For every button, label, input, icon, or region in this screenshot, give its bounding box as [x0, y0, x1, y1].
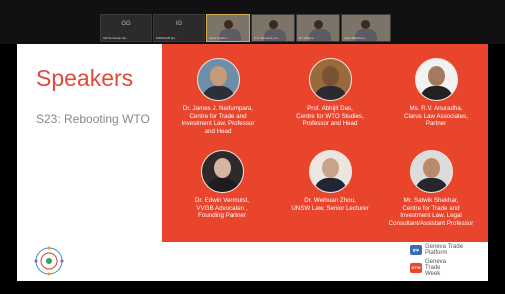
speaker-affiliation: and Head [204, 127, 232, 135]
participant-name: Jame Nedum... [209, 36, 230, 40]
participant-head [313, 20, 323, 29]
speaker-affiliation: Clarus Law Associates, [404, 112, 468, 120]
speaker-photo [414, 58, 458, 101]
participant-initials: IG [175, 21, 183, 27]
participant-name: Dr. Waiyee... [299, 36, 317, 40]
speaker-photo [308, 150, 352, 193]
speaker-affiliation: Investment Law, Professor [181, 120, 255, 128]
participant-head [223, 20, 233, 29]
speaker-card: Prof. Abhijit Das, Centre for WTO Studie… [280, 58, 380, 128]
speaker-card: Ms. R.V. Anuradha, Clarus Law Associates… [386, 58, 486, 128]
speaker-affiliation: VVGB Advocaten , [196, 204, 248, 212]
shared-slide: Speakers S23: Rebooting WTO Dr. James J.… [17, 44, 488, 281]
speaker-affiliation: Founding Partner [198, 212, 246, 220]
speaker-card: Dr. Edwin Vermulst, VVGB Advocaten , Fou… [172, 150, 272, 220]
speaker-card: Mr. Satwik Shekhar, Centre for Trade and… [374, 150, 488, 227]
participant-video-tile[interactable]: Jame Nedum... [206, 14, 250, 42]
participant-video-tile[interactable]: K.K. Desouza pro... [251, 14, 295, 42]
university-emblem-icon [34, 246, 64, 276]
participant-head [361, 20, 371, 29]
speaker-affiliation: Consultant/Assistant Professor [388, 219, 474, 227]
participant-initials: GG [121, 21, 131, 27]
gtw-text: Week [425, 271, 441, 277]
participant-tile[interactable]: GG Gill Nurstamp Sa... [100, 14, 152, 42]
speaker-affiliation: Centre for Trade and [189, 112, 247, 120]
speaker-affiliation: Partner [425, 120, 447, 128]
speaker-affiliation: Investment Law, Legal [400, 212, 462, 220]
speaker-name: Dr. Edwin Vermulst, [195, 197, 249, 204]
slide-subtitle: S23: Rebooting WTO [36, 112, 150, 126]
participant-head [268, 20, 278, 29]
speaker-name: Dr. Weihuan Zhou, [304, 197, 356, 204]
gtp-text: Platform [425, 250, 448, 256]
speaker-affiliation: Centre for Trade and [402, 204, 460, 212]
speaker-photo [409, 150, 453, 193]
gtw-logo: GTW Geneva Trade Week [410, 259, 463, 277]
speaker-card: Dr. Weihuan Zhou, UNSW Law, Senior Lectu… [280, 150, 380, 212]
speaker-photo [196, 58, 240, 101]
speaker-affiliation: UNSW Law, Senior Lecturer [291, 204, 369, 212]
participant-name: Anita Bathinam... [344, 36, 367, 40]
gtp-badge: gtp [410, 245, 422, 255]
speaker-name: Mr. Satwik Shekhar, [403, 197, 459, 204]
participant-name: IAMOHAR Qu... [156, 36, 178, 40]
speakers-panel: Dr. James J. Nedumpara, Centre for Trade… [162, 44, 488, 242]
participant-name: K.K. Desouza pro... [254, 36, 281, 40]
gtw-badge: GTW [410, 263, 422, 273]
participant-name: Gill Nurstamp Sa... [103, 36, 129, 40]
speaker-name: Prof. Abhijit Das, [307, 105, 353, 112]
participant-strip: GG Gill Nurstamp Sa... IG IAMOHAR Qu... … [0, 0, 505, 44]
slide-title: Speakers [36, 65, 134, 91]
speaker-name: Ms. R.V. Anuradha, [409, 105, 463, 112]
gtp-logo: gtp Geneva Trade Platform [410, 244, 463, 256]
participant-tile[interactable]: IG IAMOHAR Qu... [153, 14, 205, 42]
speaker-name: Dr. James J. Nedumpara, [182, 105, 254, 112]
participant-video-tile[interactable]: Anita Bathinam... [341, 14, 391, 42]
speaker-photo [308, 58, 352, 101]
organizer-logos: gtp Geneva Trade Platform GTW Geneva Tra… [410, 244, 463, 280]
speaker-affiliation: Centre for WTO Studies, [296, 112, 364, 120]
participant-video-tile[interactable]: Dr. Waiyee... [296, 14, 340, 42]
speaker-card: Dr. James J. Nedumpara, Centre for Trade… [168, 58, 268, 135]
speaker-photo [200, 150, 244, 193]
speaker-affiliation: Professor and Head [302, 120, 358, 128]
